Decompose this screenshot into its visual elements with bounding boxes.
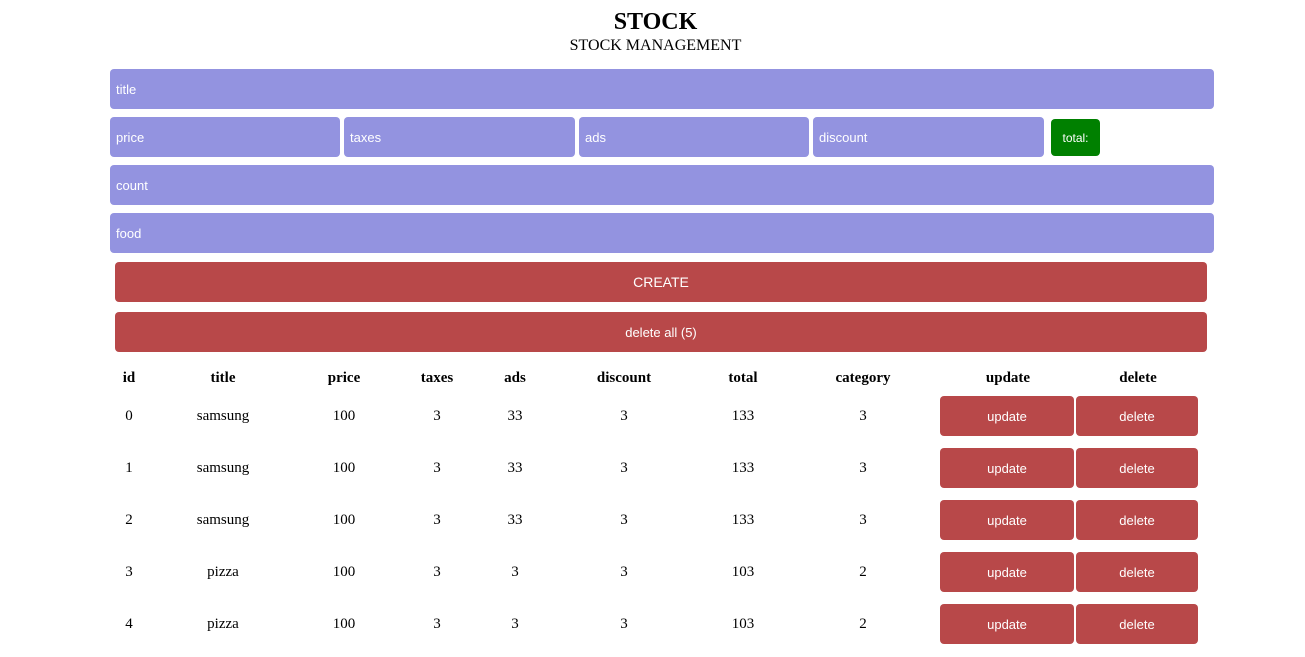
cell-delete: delete bbox=[1076, 598, 1200, 650]
column-header-update: update bbox=[985, 369, 1031, 386]
create-button[interactable]: CREATE bbox=[115, 262, 1207, 302]
cell-id: 0 bbox=[125, 407, 133, 424]
delete-button[interactable]: delete bbox=[1076, 396, 1198, 436]
cell-discount: 3 bbox=[620, 615, 628, 632]
taxes-input[interactable]: taxes bbox=[344, 117, 575, 157]
delete-button[interactable]: delete bbox=[1076, 552, 1198, 592]
page-subtitle: STOCK MANAGEMENT bbox=[569, 37, 742, 54]
cell-update: update bbox=[940, 598, 1076, 650]
title-input[interactable]: title bbox=[110, 69, 1214, 109]
delete-all-button[interactable]: delete all (5) bbox=[115, 312, 1207, 352]
total-badge: total: bbox=[1051, 119, 1100, 156]
cell-title: pizza bbox=[207, 615, 239, 632]
cell-update: update bbox=[940, 546, 1076, 598]
cell-price: 100 bbox=[332, 407, 356, 424]
taxes-input-placeholder: taxes bbox=[350, 129, 382, 145]
cell-category: 3 bbox=[859, 511, 867, 528]
update-button[interactable]: update bbox=[940, 552, 1074, 592]
cell-discount: 3 bbox=[620, 407, 628, 424]
table-row: 4 pizza 100 3 3 3 103 2 update delete bbox=[108, 598, 1200, 650]
cell-category: 3 bbox=[859, 407, 867, 424]
cell-category: 3 bbox=[859, 459, 867, 476]
cell-delete: delete bbox=[1076, 546, 1200, 598]
cell-ads: 33 bbox=[507, 459, 523, 476]
ads-input[interactable]: ads bbox=[579, 117, 809, 157]
cell-title: pizza bbox=[207, 563, 239, 580]
cell-delete: delete bbox=[1076, 494, 1200, 546]
cell-total: 103 bbox=[731, 615, 755, 632]
cell-price: 100 bbox=[332, 563, 356, 580]
cell-discount: 3 bbox=[620, 511, 628, 528]
cell-ads: 3 bbox=[511, 563, 519, 580]
table-row: 3 pizza 100 3 3 3 103 2 update delete bbox=[108, 546, 1200, 598]
cell-update: update bbox=[940, 494, 1076, 546]
update-button[interactable]: update bbox=[940, 500, 1074, 540]
count-input[interactable]: count bbox=[110, 165, 1214, 205]
cell-price: 100 bbox=[332, 615, 356, 632]
category-input-placeholder: food bbox=[116, 225, 142, 241]
price-input-placeholder: price bbox=[116, 129, 145, 145]
column-header-ads: ads bbox=[504, 369, 526, 386]
count-input-placeholder: count bbox=[116, 177, 148, 193]
cell-delete: delete bbox=[1076, 442, 1200, 494]
cell-id: 4 bbox=[125, 615, 133, 632]
cell-ads: 3 bbox=[511, 615, 519, 632]
column-header-price: price bbox=[327, 369, 361, 386]
cell-taxes: 3 bbox=[433, 563, 441, 580]
cell-title: samsung bbox=[196, 459, 250, 476]
cell-title: samsung bbox=[196, 511, 250, 528]
cell-category: 2 bbox=[859, 563, 867, 580]
column-header-total: total bbox=[728, 369, 758, 386]
update-button[interactable]: update bbox=[940, 604, 1074, 644]
table-header-row: id title price taxes ads discount total … bbox=[108, 366, 1200, 390]
discount-input-placeholder: discount bbox=[819, 129, 868, 145]
cell-id: 1 bbox=[125, 459, 133, 476]
cell-taxes: 3 bbox=[433, 459, 441, 476]
ads-input-placeholder: ads bbox=[585, 129, 606, 145]
delete-button[interactable]: delete bbox=[1076, 604, 1198, 644]
page-title: STOCK bbox=[613, 9, 698, 35]
table-row: 1 samsung 100 3 33 3 133 3 update delete bbox=[108, 442, 1200, 494]
price-input[interactable]: price bbox=[110, 117, 340, 157]
cell-id: 2 bbox=[125, 511, 133, 528]
column-header-title: title bbox=[210, 369, 236, 386]
cell-update: update bbox=[940, 442, 1076, 494]
cell-taxes: 3 bbox=[433, 615, 441, 632]
cell-id: 3 bbox=[125, 563, 133, 580]
column-header-discount: discount bbox=[596, 369, 652, 386]
delete-button[interactable]: delete bbox=[1076, 448, 1198, 488]
table-row: 2 samsung 100 3 33 3 133 3 update delete bbox=[108, 494, 1200, 546]
column-header-delete: delete bbox=[1119, 369, 1157, 386]
category-input[interactable]: food bbox=[110, 213, 1214, 253]
cell-price: 100 bbox=[332, 511, 356, 528]
cell-taxes: 3 bbox=[433, 511, 441, 528]
cell-taxes: 3 bbox=[433, 407, 441, 424]
cell-title: samsung bbox=[196, 407, 250, 424]
cell-price: 100 bbox=[332, 459, 356, 476]
discount-input[interactable]: discount bbox=[813, 117, 1044, 157]
table-row: 0 samsung 100 3 33 3 133 3 update delete bbox=[108, 390, 1200, 442]
cell-discount: 3 bbox=[620, 459, 628, 476]
cell-ads: 33 bbox=[507, 407, 523, 424]
cell-total: 133 bbox=[731, 459, 755, 476]
cell-total: 133 bbox=[731, 511, 755, 528]
cell-discount: 3 bbox=[620, 563, 628, 580]
delete-button[interactable]: delete bbox=[1076, 500, 1198, 540]
products-table: id title price taxes ads discount total … bbox=[108, 366, 1200, 650]
column-header-taxes: taxes bbox=[420, 369, 454, 386]
cell-total: 103 bbox=[731, 563, 755, 580]
column-header-id: id bbox=[122, 369, 136, 386]
cell-delete: delete bbox=[1076, 390, 1200, 442]
title-input-placeholder: title bbox=[116, 81, 137, 97]
cell-update: update bbox=[940, 390, 1076, 442]
cell-ads: 33 bbox=[507, 511, 523, 528]
update-button[interactable]: update bbox=[940, 396, 1074, 436]
column-header-category: category bbox=[835, 369, 891, 386]
update-button[interactable]: update bbox=[940, 448, 1074, 488]
cell-category: 2 bbox=[859, 615, 867, 632]
page-header: STOCK STOCK MANAGEMENT bbox=[0, 8, 1305, 56]
cell-total: 133 bbox=[731, 407, 755, 424]
